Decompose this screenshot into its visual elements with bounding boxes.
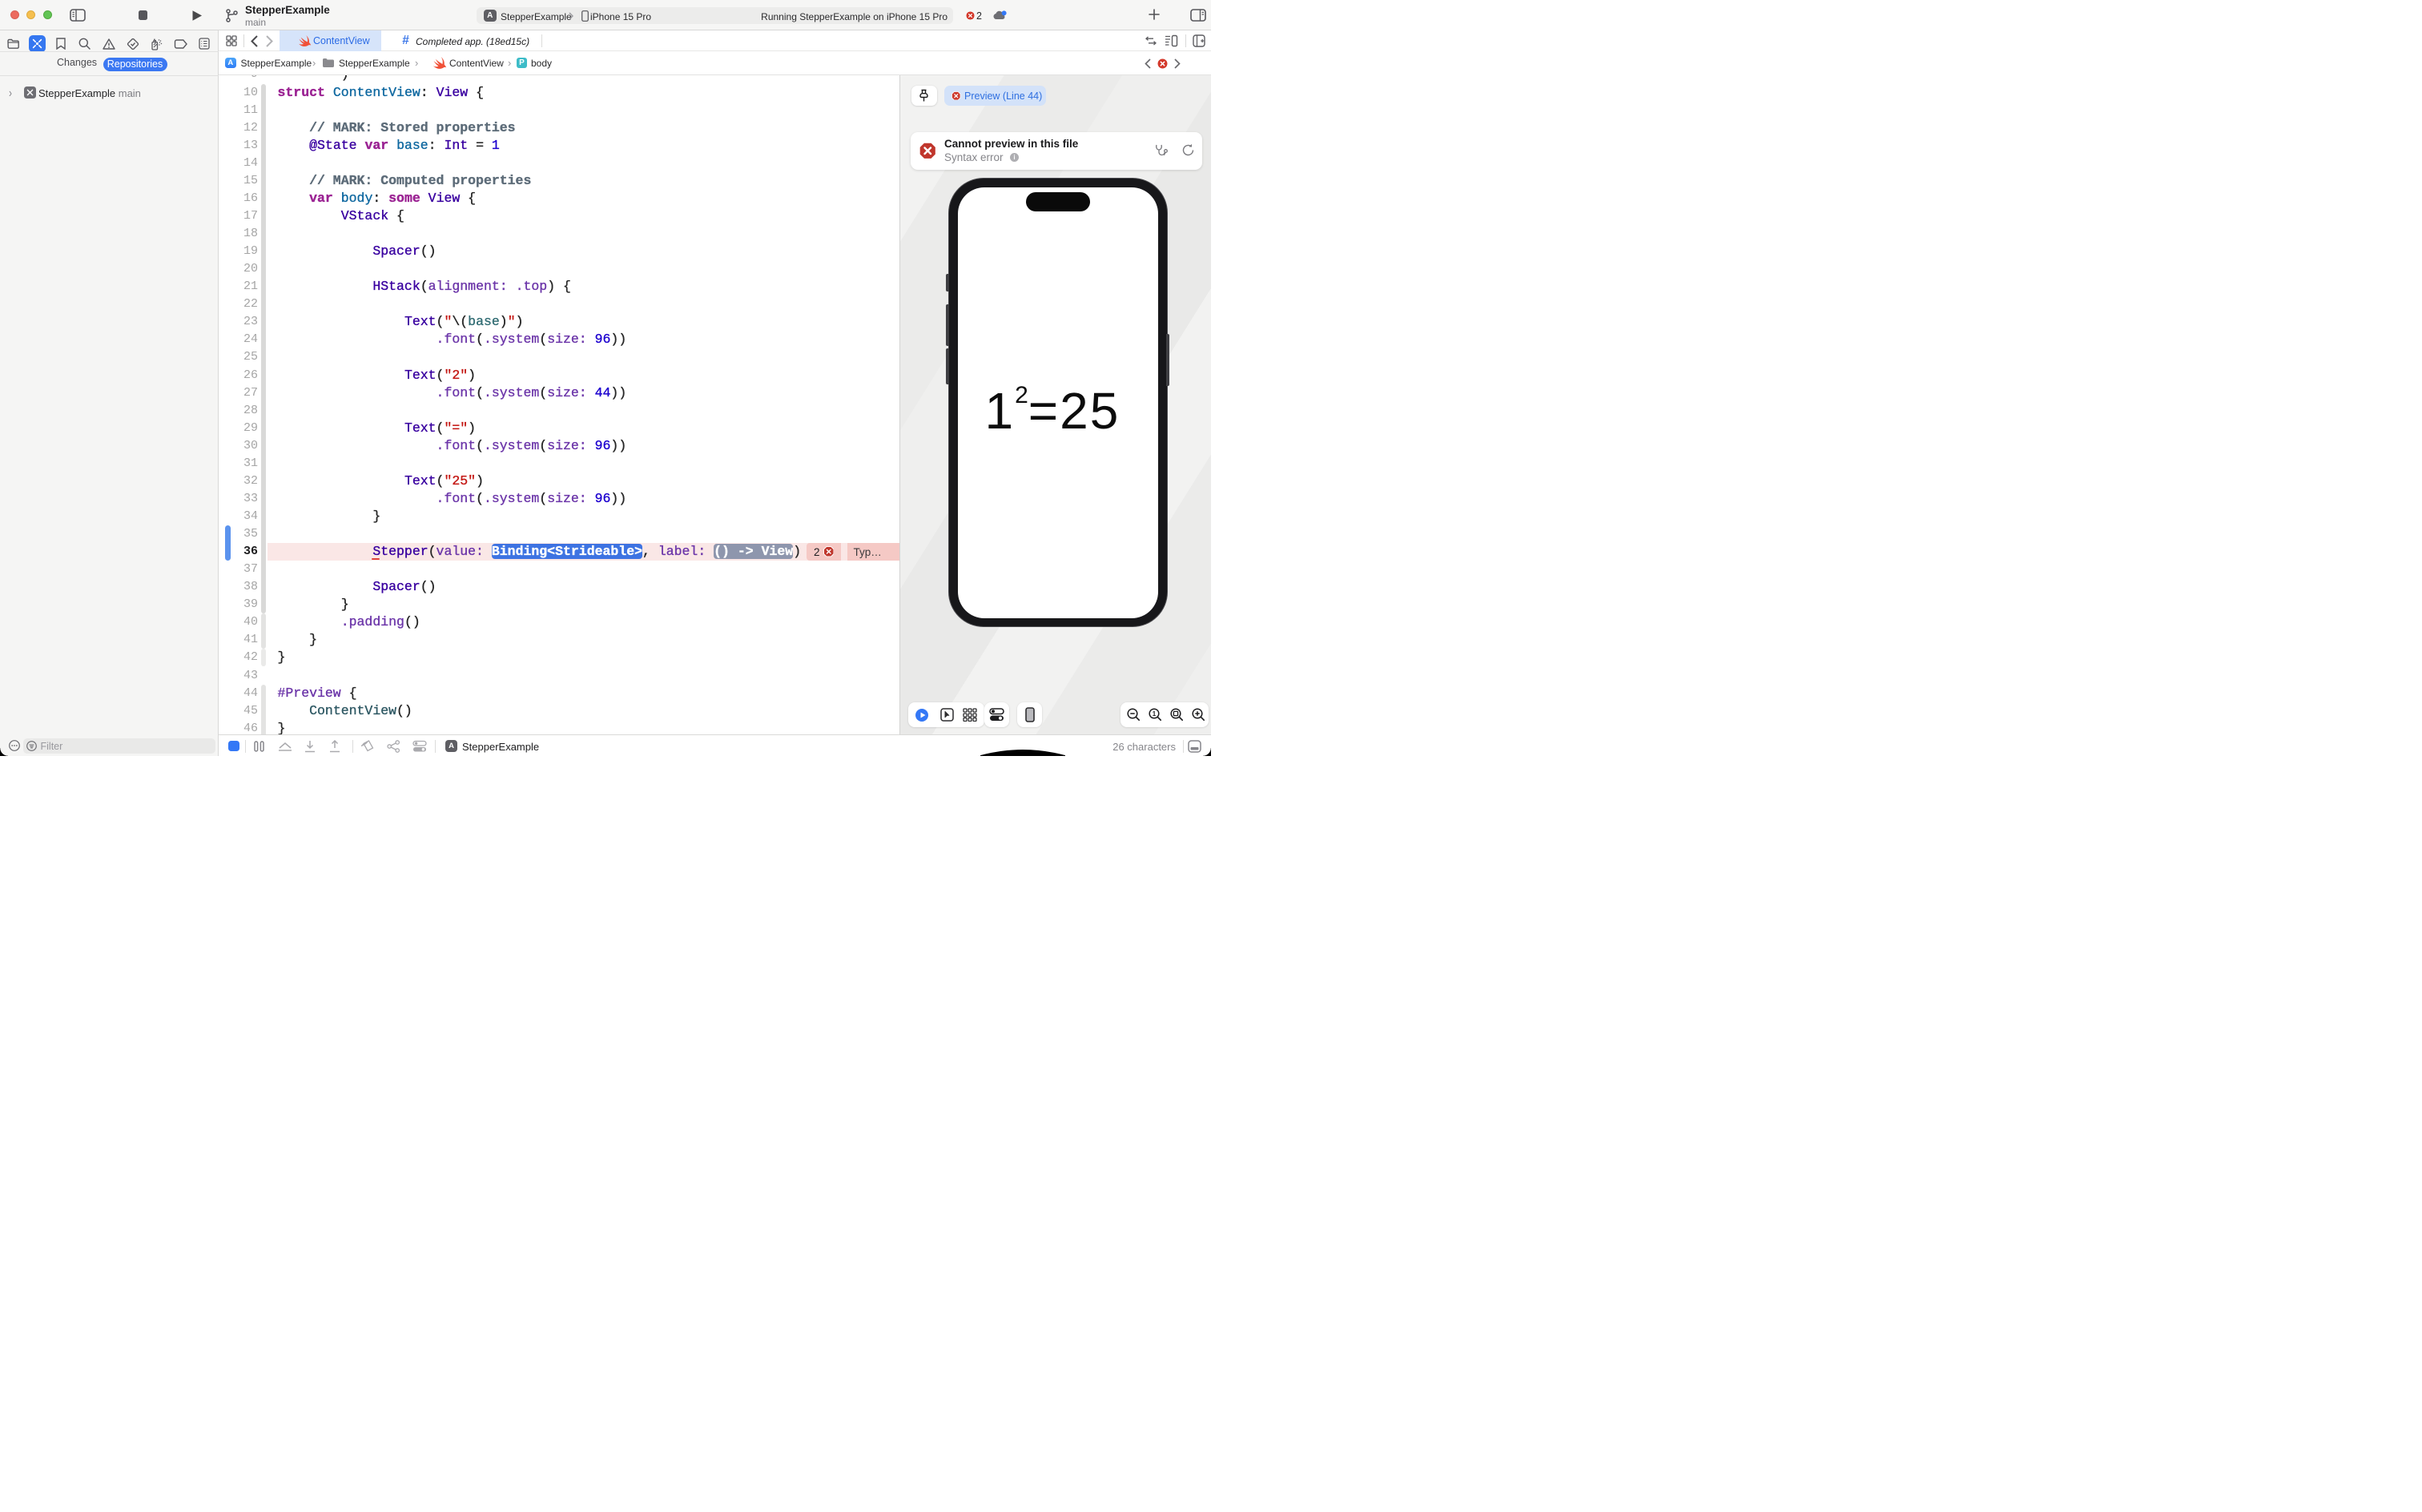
- svg-text:1: 1: [1153, 710, 1157, 718]
